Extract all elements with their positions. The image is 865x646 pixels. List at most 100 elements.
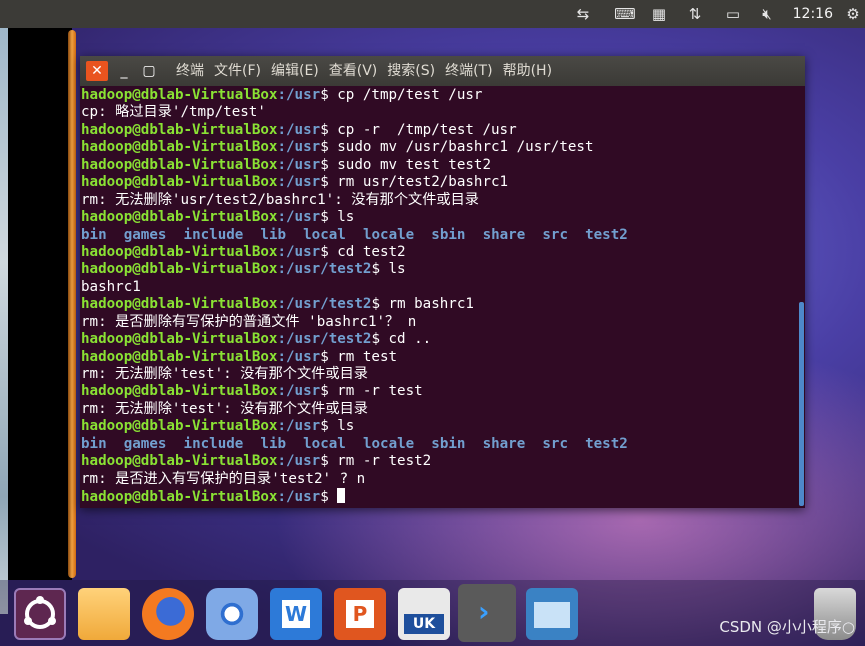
prompt-path: :/usr bbox=[277, 383, 321, 400]
directory-entry: local bbox=[303, 435, 346, 452]
terminal-line: hadoop@dblab-VirtualBox:/usr$ rm test bbox=[81, 349, 796, 366]
background-window bbox=[8, 28, 72, 580]
prompt-path: :/usr bbox=[277, 139, 321, 156]
output-text: rm: 无法删除'test': 没有那个文件或目录 bbox=[81, 400, 368, 417]
prompt-user: hadoop@dblab-VirtualBox bbox=[81, 174, 278, 191]
files-icon[interactable] bbox=[78, 588, 130, 640]
terminal-app-icon[interactable]: › bbox=[458, 584, 516, 642]
directory-entry: src bbox=[542, 226, 568, 243]
terminal-line: bashrc1 bbox=[81, 279, 796, 296]
directory-entry: games bbox=[123, 435, 167, 452]
command-text: $ ls bbox=[320, 418, 355, 435]
prompt-path: :/usr bbox=[277, 156, 321, 173]
terminal-line: rm: 无法删除'test': 没有那个文件或目录 bbox=[81, 366, 796, 383]
prompt-user: hadoop@dblab-VirtualBox bbox=[81, 139, 278, 156]
terminal-line: hadoop@dblab-VirtualBox:/usr$ ls bbox=[81, 209, 796, 226]
command-text: $ bbox=[320, 489, 338, 506]
prompt-user: hadoop@dblab-VirtualBox bbox=[81, 453, 278, 470]
directory-entry: share bbox=[482, 435, 526, 452]
terminal-line: rm: 无法删除'usr/test2/bashrc1': 没有那个文件或目录 bbox=[81, 192, 796, 209]
prompt-path: :/usr bbox=[277, 209, 321, 226]
prompt-user: hadoop@dblab-VirtualBox bbox=[81, 489, 278, 506]
command-text: $ sudo mv /usr/bashrc1 /usr/test bbox=[320, 139, 594, 156]
window-focus-glow bbox=[68, 30, 76, 578]
battery-icon[interactable]: ▭ bbox=[720, 4, 746, 24]
command-text: $ ls bbox=[320, 209, 355, 226]
workspace-icon[interactable] bbox=[526, 588, 578, 640]
background-window-edge bbox=[0, 28, 8, 614]
menu-edit[interactable]: 编辑(E) bbox=[271, 56, 319, 86]
terminal-line: hadoop@dblab-VirtualBox:/usr$ cd test2 bbox=[81, 244, 796, 261]
prompt-path: :/usr bbox=[277, 121, 321, 138]
terminal-line: hadoop@dblab-VirtualBox:/usr$ rm -r test… bbox=[81, 453, 796, 470]
command-text: $ cd .. bbox=[371, 331, 432, 348]
command-text: $ cp /tmp/test /usr bbox=[320, 87, 483, 103]
terminal-line: rm: 无法删除'test': 没有那个文件或目录 bbox=[81, 401, 796, 418]
menu-search[interactable]: 搜索(S) bbox=[387, 56, 435, 86]
network-icon[interactable]: ⇅ bbox=[684, 4, 706, 24]
terminal-scrollbar[interactable] bbox=[799, 302, 804, 506]
minimize-button[interactable]: _ bbox=[113, 61, 135, 81]
terminal-window[interactable]: ✕ _ ▢ 终端 文件(F) 编辑(E) 查看(V) 搜索(S) 终端(T) 帮… bbox=[80, 56, 805, 508]
prompt-user: hadoop@dblab-VirtualBox bbox=[81, 331, 278, 348]
command-text: $ ls bbox=[371, 261, 406, 278]
prompt-user: hadoop@dblab-VirtualBox bbox=[81, 87, 278, 103]
mute-icon[interactable]: 🔇︎ bbox=[756, 4, 778, 24]
prompt-path: :/usr bbox=[277, 489, 321, 506]
command-text: $ rm bashrc1 bbox=[371, 296, 474, 313]
terminal-titlebar[interactable]: ✕ _ ▢ 终端 文件(F) 编辑(E) 查看(V) 搜索(S) 终端(T) 帮… bbox=[80, 56, 805, 86]
terminal-line: hadoop@dblab-VirtualBox:/usr$ rm usr/tes… bbox=[81, 174, 796, 191]
terminal-line: hadoop@dblab-VirtualBox:/usr$ rm -r test bbox=[81, 383, 796, 400]
command-text: $ rm usr/test2/bashrc1 bbox=[320, 174, 509, 191]
prompt-user: hadoop@dblab-VirtualBox bbox=[81, 121, 278, 138]
menu-file[interactable]: 文件(F) bbox=[214, 56, 261, 86]
writer-icon[interactable]: W bbox=[270, 588, 322, 640]
prompt-path: :/usr/test2 bbox=[277, 296, 372, 313]
prompt-user: hadoop@dblab-VirtualBox bbox=[81, 209, 278, 226]
terminal-output[interactable]: hadoop@dblab-VirtualBox:/usr$ cp /tmp/te… bbox=[80, 86, 796, 508]
terminal-line: hadoop@dblab-VirtualBox:/usr/test2$ rm b… bbox=[81, 296, 796, 313]
terminal-line: hadoop@dblab-VirtualBox:/usr$ cp /tmp/te… bbox=[81, 87, 796, 104]
directory-entry: share bbox=[482, 226, 526, 243]
output-text: rm: 无法删除'usr/test2/bashrc1': 没有那个文件或目录 bbox=[81, 191, 479, 208]
prompt-user: hadoop@dblab-VirtualBox bbox=[81, 348, 278, 365]
menu-app[interactable]: 终端 bbox=[176, 56, 204, 86]
prompt-user: hadoop@dblab-VirtualBox bbox=[81, 261, 278, 278]
terminal-line: hadoop@dblab-VirtualBox:/usr$ sudo mv te… bbox=[81, 157, 796, 174]
clock[interactable]: 12:16 bbox=[793, 0, 833, 28]
keyboard-icon[interactable]: ⌨ bbox=[614, 4, 636, 24]
terminal-line: hadoop@dblab-VirtualBox:/usr$ cp -r /tmp… bbox=[81, 122, 796, 139]
ubuntu-logo-icon[interactable] bbox=[14, 588, 66, 640]
directory-entry: lib bbox=[260, 435, 287, 452]
terminal-line: rm: 是否删除有写保护的普通文件 'bashrc1'？ n bbox=[81, 314, 796, 331]
menu-terminal[interactable]: 终端(T) bbox=[445, 56, 492, 86]
transfer-icon[interactable]: ⇆ bbox=[572, 4, 594, 24]
command-text: $ rm -r test bbox=[320, 383, 423, 400]
terminal-line: hadoop@dblab-VirtualBox:/usr$ bbox=[81, 488, 796, 505]
output-text: bashrc1 bbox=[81, 278, 141, 295]
prompt-path: :/usr bbox=[277, 418, 321, 435]
close-button[interactable]: ✕ bbox=[86, 61, 108, 81]
prompt-user: hadoop@dblab-VirtualBox bbox=[81, 383, 278, 400]
watermark: CSDN @小小程序○ bbox=[719, 618, 855, 636]
terminal-line: bin games include lib local locale sbin … bbox=[81, 227, 796, 244]
prompt-user: hadoop@dblab-VirtualBox bbox=[81, 418, 278, 435]
impress-icon[interactable]: P bbox=[334, 588, 386, 640]
maximize-button[interactable]: ▢ bbox=[138, 61, 160, 81]
gear-icon[interactable]: ⚙ bbox=[842, 4, 864, 24]
chromium-icon[interactable] bbox=[206, 588, 258, 640]
menu-help[interactable]: 帮助(H) bbox=[503, 56, 552, 86]
menu-view[interactable]: 查看(V) bbox=[329, 56, 378, 86]
firefox-icon[interactable] bbox=[142, 588, 194, 640]
output-text: cp: 略过目录'/tmp/test' bbox=[81, 104, 266, 121]
command-text: $ rm -r test2 bbox=[320, 453, 432, 470]
output-text: rm: 是否删除有写保护的普通文件 'bashrc1'？ n bbox=[81, 313, 417, 330]
terminal-line: hadoop@dblab-VirtualBox:/usr/test2$ ls bbox=[81, 261, 796, 278]
software-center-icon[interactable]: UK bbox=[398, 588, 450, 640]
directory-entry: lib bbox=[260, 226, 287, 243]
prompt-path: :/usr bbox=[277, 348, 321, 365]
top-panel: ⇆ ⌨ ▦ ⇅ ▭ 🔇︎ 12:16 ⚙ bbox=[0, 0, 865, 28]
prompt-path: :/usr/test2 bbox=[277, 331, 372, 348]
calendar-icon[interactable]: ▦ bbox=[648, 4, 670, 24]
prompt-user: hadoop@dblab-VirtualBox bbox=[81, 243, 278, 260]
